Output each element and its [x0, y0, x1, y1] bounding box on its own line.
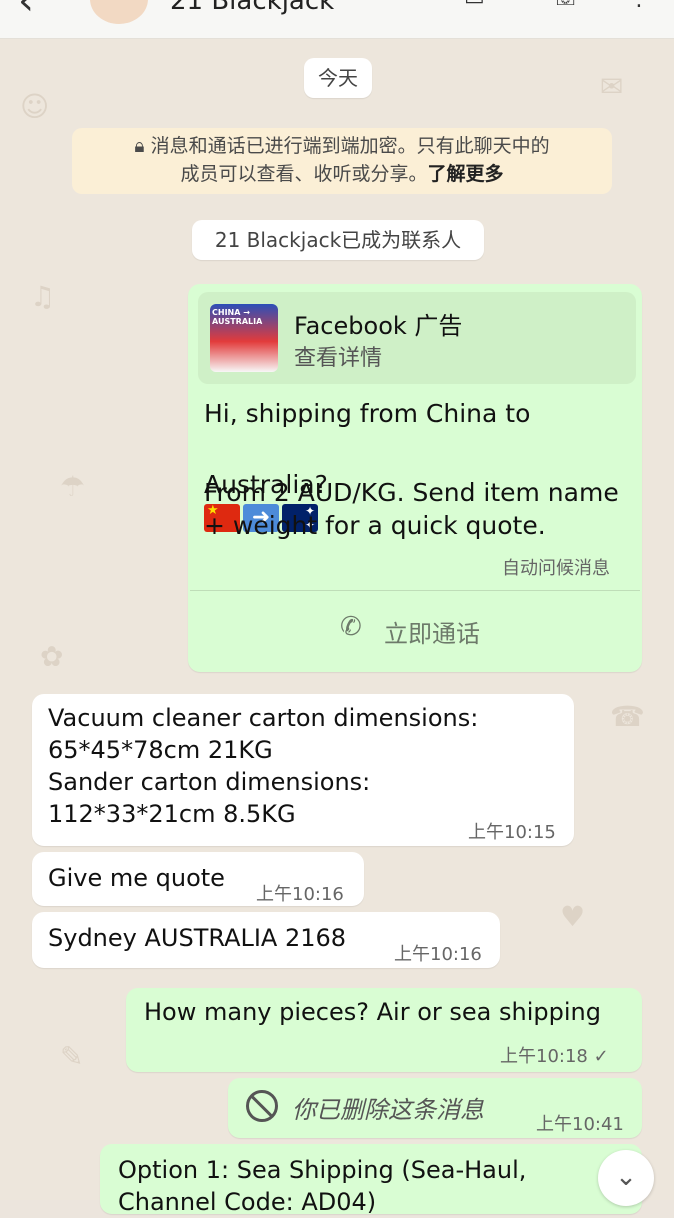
message-time: 上午10:41 — [536, 1114, 624, 1135]
ad-title: Facebook 广告 — [294, 312, 463, 340]
ad-message-line: + weight for a quick quote. — [204, 511, 546, 540]
more-icon[interactable]: ⋮ — [628, 0, 650, 11]
chat-title[interactable]: 21 Blackjack — [170, 0, 334, 16]
chevron-double-down-icon: ⌄ — [615, 1162, 637, 1192]
ad-thumbnail-text: CHINA → AUSTRALIA — [212, 308, 263, 326]
ad-details-link[interactable]: 查看详情 — [294, 340, 382, 372]
ad-message-line: Hi, shipping from China to — [204, 399, 531, 428]
message-text: Vacuum cleaner carton dimensions: 65*45*… — [48, 704, 479, 828]
encryption-line2: 成员可以查看、收听或分享。 — [180, 163, 428, 185]
ad-message-line: From 2 AUD/KG. Send item name — [204, 478, 619, 507]
message-text: How many pieces? Air or sea shipping — [144, 998, 601, 1026]
date-chip: 今天 — [304, 58, 372, 98]
message-text: Option 1: Sea Shipping (Sea-Haul, Channe… — [118, 1156, 527, 1216]
encryption-notice[interactable]: 🔒︎ 消息和通话已进行端到端加密。只有此聊天中的 成员可以查看、收听或分享。了解… — [72, 128, 612, 194]
scroll-down-button[interactable]: ⌄ — [598, 1150, 654, 1206]
wallpaper-doodle-icon: ♥ — [560, 900, 586, 933]
lock-icon: 🔒︎ — [134, 135, 145, 157]
contact-added-notice: 21 Blackjack已成为联系人 — [192, 220, 484, 260]
wallpaper-doodle-icon: ☺ — [20, 90, 50, 123]
learn-more-link[interactable]: 了解更多 — [428, 163, 504, 185]
chat-header: ‹ 21 Blackjack ▭ ☏ ⋮ — [0, 0, 674, 39]
wallpaper-doodle-icon: ✎ — [60, 1040, 84, 1073]
ad-thumbnail: CHINA → AUSTRALIA — [210, 304, 278, 372]
wallpaper-doodle-icon: ♫ — [30, 280, 56, 313]
message-text: Give me quote — [48, 864, 225, 892]
call-now-button[interactable]: 立即通话 — [384, 614, 480, 649]
deleted-message-text: 你已删除这条消息 — [292, 1096, 484, 1124]
phone-icon[interactable]: ✆ — [340, 612, 362, 642]
facebook-ad-preview[interactable]: CHINA → AUSTRALIA Facebook 广告 查看详情 — [198, 292, 636, 384]
wallpaper-doodle-icon: ✿ — [40, 640, 64, 673]
encryption-line1: 消息和通话已进行端到端加密。只有此聊天中的 — [150, 135, 550, 157]
wallpaper-doodle-icon: ✉ — [600, 70, 624, 103]
avatar[interactable] — [90, 0, 148, 24]
message-time: 上午10:15 — [468, 822, 556, 843]
message-time-with-tick: 上午10:18 ✓ — [500, 1046, 609, 1067]
voice-call-icon[interactable]: ☏ — [552, 0, 580, 11]
wallpaper-doodle-icon: ☂ — [60, 470, 86, 503]
divider — [190, 590, 640, 591]
message-time: 上午10:16 — [394, 944, 482, 965]
message-time: 上午10:16 — [256, 884, 344, 905]
back-arrow-icon[interactable]: ‹ — [18, 0, 34, 24]
wallpaper-doodle-icon: ☎ — [610, 700, 645, 733]
video-call-icon[interactable]: ▭ — [464, 0, 485, 11]
deleted-icon — [246, 1090, 278, 1122]
message-text: Sydney AUSTRALIA 2168 — [48, 924, 347, 952]
auto-greeting-label: 自动问候消息 — [502, 558, 610, 579]
